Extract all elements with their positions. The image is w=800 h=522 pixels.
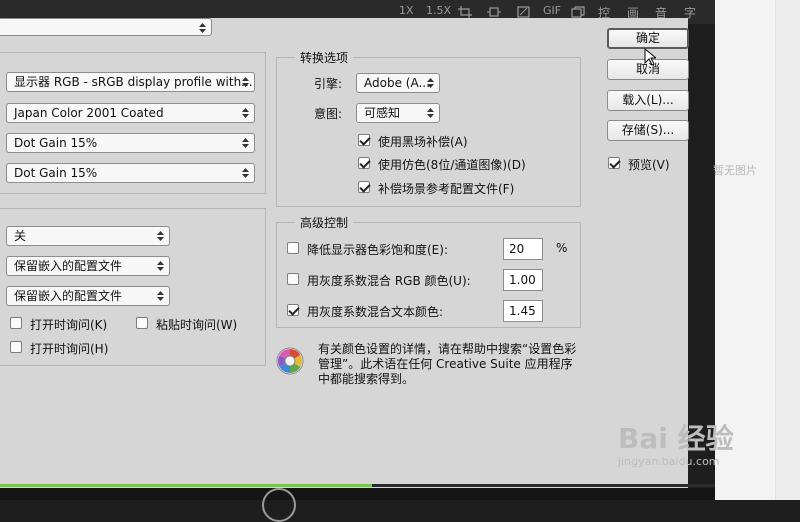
ask-when-pasting-checkbox[interactable] [136, 317, 148, 329]
intent-select[interactable]: 可感知 [356, 103, 440, 123]
intent-label: 意图: [314, 107, 343, 121]
ask-when-opening-missing-label: 打开时询问(H) [30, 342, 109, 356]
ok-button[interactable]: 确定 [607, 28, 689, 49]
select-arrows-icon [242, 77, 249, 87]
blend-rgb-gamma-label: 用灰度系数混合 RGB 颜色(U): [307, 274, 471, 288]
select-arrows-icon [242, 168, 249, 178]
ask-when-pasting-label: 粘贴时询问(W) [156, 318, 238, 332]
no-image-placeholder: 暂无图片 [713, 164, 757, 177]
select-arrows-icon [242, 108, 249, 118]
rgb-working-space-value: 显示器 RGB - sRGB display profile with... [14, 75, 253, 89]
cmyk-policy-value: 保留嵌入的配置文件 [14, 259, 123, 273]
cmyk-working-space-select[interactable]: Japan Color 2001 Coated [6, 103, 255, 123]
use-dither-label: 使用仿色(8位/通道图像)(D) [378, 158, 526, 172]
cmyk-working-space-value: Japan Color 2001 Coated [14, 106, 164, 120]
engine-select[interactable]: Adobe (A... [356, 73, 440, 93]
select-arrows-icon [427, 108, 434, 118]
cmyk-policy-select[interactable]: 保留嵌入的配置文件 [6, 256, 170, 276]
compensate-scene-profiles-checkbox[interactable] [358, 181, 370, 193]
play-button-icon[interactable] [262, 488, 296, 522]
select-arrows-icon [427, 78, 434, 88]
use-dither-checkbox[interactable] [358, 157, 370, 169]
edit-icon[interactable] [517, 6, 531, 18]
copy-icon[interactable] [571, 6, 585, 18]
blend-text-gamma-checkbox[interactable] [287, 304, 299, 316]
ask-when-opening-label: 打开时询问(K) [30, 318, 108, 332]
save-button[interactable]: 存储(S)... [607, 120, 689, 141]
frame-icon[interactable] [487, 6, 501, 18]
engine-value: Adobe (A... [364, 76, 430, 90]
crop-icon[interactable] [458, 6, 472, 18]
intent-value: 可感知 [364, 106, 401, 120]
color-settings-info-text: 有关颜色设置的详情，请在帮助中搜索“设置色彩管理”。此术语在任何 Creativ… [318, 342, 577, 386]
mouse-cursor-icon [644, 47, 658, 69]
desaturate-monitor-checkbox[interactable] [287, 242, 299, 254]
advanced-controls-title: 高级控制 [295, 214, 354, 231]
spot-working-space-value: Dot Gain 15% [14, 166, 98, 180]
select-arrows-icon [157, 291, 164, 301]
watermark-logo-text: Bai 经验 [618, 422, 734, 455]
preview-label: 预览(V) [628, 158, 670, 172]
black-point-compensation-label: 使用黑场补偿(A) [378, 135, 468, 149]
conversion-options-title: 转换选项 [295, 49, 354, 66]
color-settings-dialog: 显示器 RGB - sRGB display profile with... J… [0, 18, 689, 488]
gray-working-space-value: Dot Gain 15% [14, 136, 98, 150]
video-progress-fill [0, 484, 372, 487]
blend-rgb-gamma-input[interactable]: 1.00 [503, 269, 543, 291]
desaturate-amount-input[interactable]: 20 [503, 238, 543, 260]
rgb-working-space-select[interactable]: 显示器 RGB - sRGB display profile with... [6, 72, 255, 92]
blend-rgb-gamma-checkbox[interactable] [287, 273, 299, 285]
preview-checkbox[interactable] [608, 157, 620, 169]
black-point-compensation-checkbox[interactable] [358, 134, 370, 146]
ask-when-opening-missing-checkbox[interactable] [10, 341, 22, 353]
blend-text-gamma-input[interactable]: 1.45 [503, 300, 543, 322]
watermark-url: jingyan.baidu.com [618, 455, 720, 468]
speed-1x-button[interactable]: 1X [399, 4, 414, 17]
ask-when-opening-checkbox[interactable] [10, 317, 22, 329]
load-button[interactable]: 载入(L)... [607, 90, 689, 111]
rgb-policy-select[interactable]: 关 [6, 226, 170, 246]
rgb-policy-value: 关 [14, 229, 27, 243]
page-scrollbar-track [775, 0, 800, 500]
gif-button[interactable]: GIF [543, 4, 561, 17]
select-arrows-icon [157, 231, 164, 241]
select-arrows-icon [157, 261, 164, 271]
settings-preset-select[interactable] [0, 18, 212, 36]
video-progress-bar[interactable] [0, 484, 715, 487]
gray-policy-value: 保留嵌入的配置文件 [14, 289, 123, 303]
engine-label: 引擎: [314, 77, 343, 91]
spot-working-space-select[interactable]: Dot Gain 15% [6, 163, 255, 183]
speed-1-5x-button[interactable]: 1.5X [426, 4, 451, 17]
percent-unit-label: % [556, 241, 568, 255]
desaturate-monitor-label: 降低显示器色彩饱和度(E): [307, 243, 448, 257]
blend-text-gamma-label: 用灰度系数混合文本颜色: [307, 305, 444, 319]
video-control-bar [0, 488, 715, 500]
select-arrows-icon [199, 23, 206, 33]
compensate-scene-profiles-label: 补偿场景参考配置文件(F) [378, 182, 515, 196]
gray-working-space-select[interactable]: Dot Gain 15% [6, 133, 255, 153]
baidu-jingyan-watermark: Bai 经验 jingyan.baidu.com [618, 417, 734, 468]
gray-policy-select[interactable]: 保留嵌入的配置文件 [6, 286, 170, 306]
select-arrows-icon [242, 138, 249, 148]
color-wheel-icon [275, 346, 305, 379]
